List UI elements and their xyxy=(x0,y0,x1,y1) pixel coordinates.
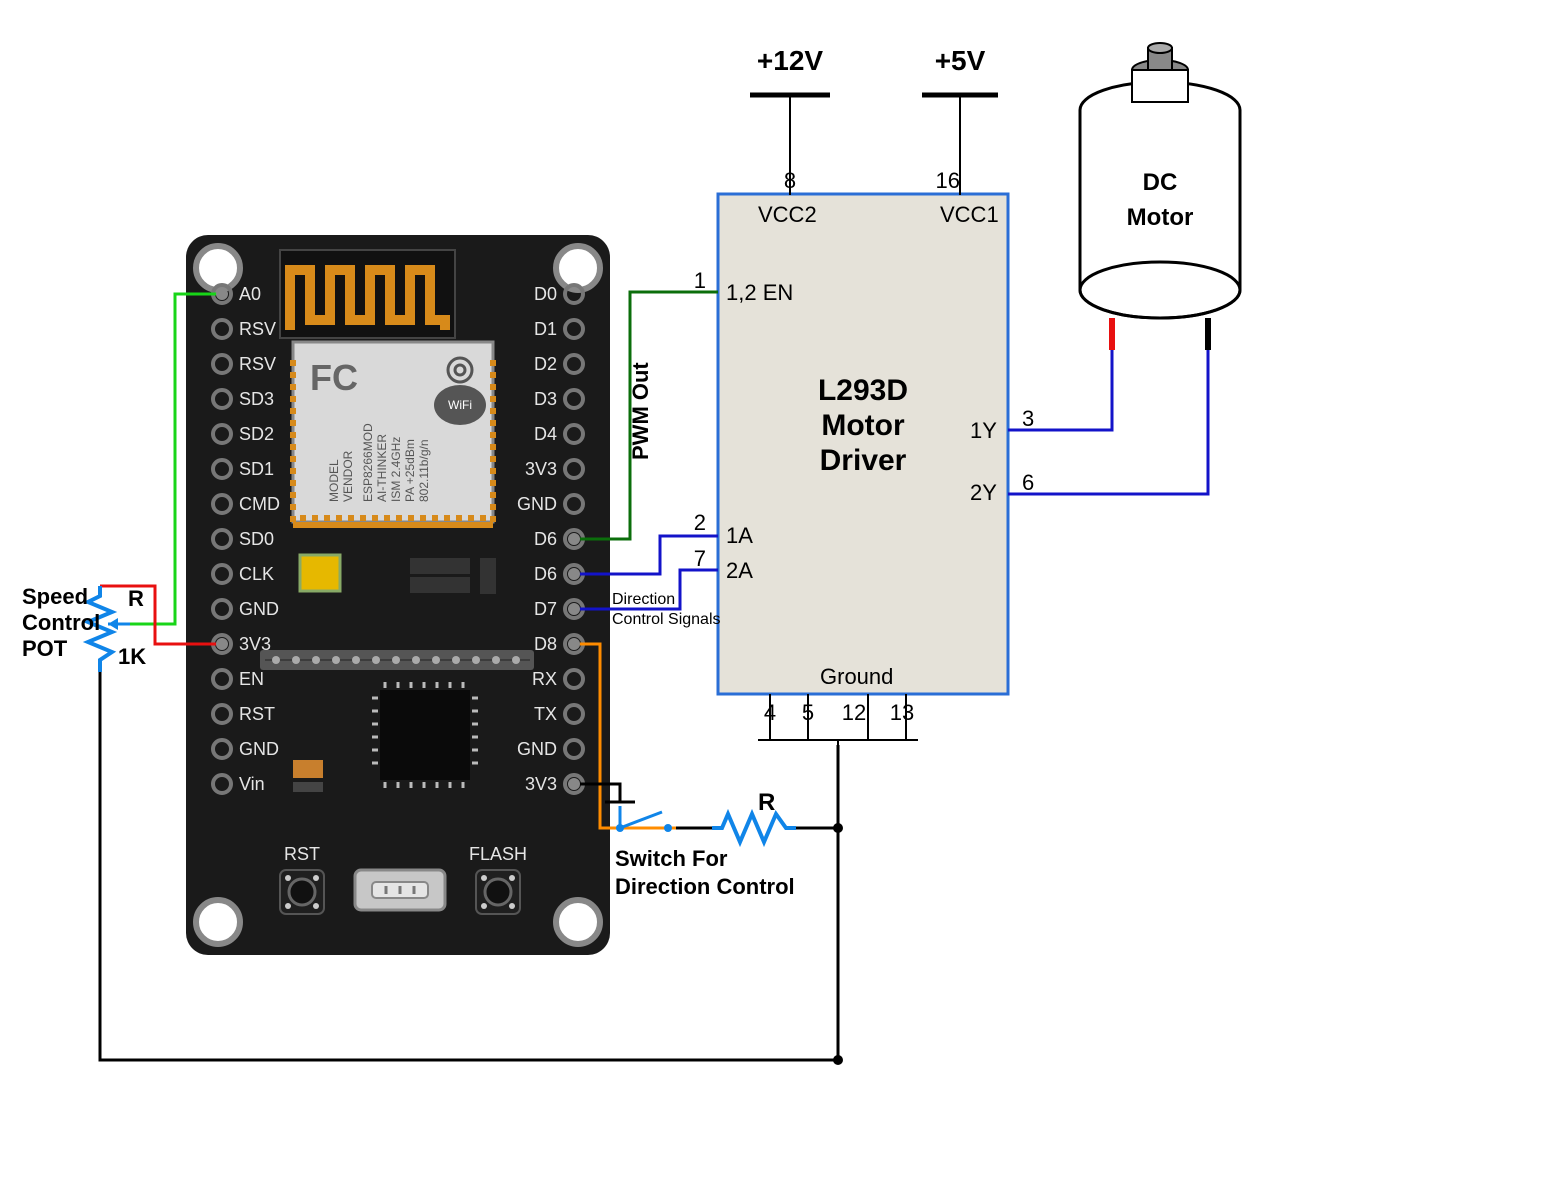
chip-model: MODEL xyxy=(327,459,341,502)
wire-2y-motor xyxy=(1008,350,1208,494)
en-label: 1,2 EN xyxy=(726,280,793,305)
nodemcu-board: MODEL VENDOR ESP8266MOD AI-THINKER ISM 2… xyxy=(186,235,610,955)
wire-r-gnd xyxy=(796,745,838,828)
chip-ai: AI-THINKER xyxy=(375,434,389,502)
chip-ism: ISM 2.4GHz xyxy=(389,437,403,502)
pin12-num: 12 xyxy=(842,700,866,725)
vcc2-label: VCC2 xyxy=(758,202,817,227)
y2-label: 2Y xyxy=(970,480,997,505)
resistor-r: R xyxy=(758,789,775,816)
rst-button: RST xyxy=(280,844,324,914)
pin-D0: D0 xyxy=(534,284,557,304)
rst-label: RST xyxy=(284,844,320,864)
pin-GND-l: GND xyxy=(239,599,279,619)
pin-A0: A0 xyxy=(239,284,261,304)
pin-RSV2: RSV xyxy=(239,354,276,374)
pin2-num: 2 xyxy=(694,510,706,535)
driver-title-1: L293D xyxy=(818,374,908,407)
pin-GND-r2: GND xyxy=(517,739,557,759)
wifi-text: WiFi xyxy=(448,398,472,412)
pin-RSV1: RSV xyxy=(239,319,276,339)
flash-button: FLASH xyxy=(469,844,527,914)
pin-GND-r: GND xyxy=(517,494,557,514)
a1-label: 1A xyxy=(726,523,753,548)
pin-3V3-l: 3V3 xyxy=(239,634,271,654)
dir-sig-1: Direction xyxy=(612,591,675,608)
pin-D4: D4 xyxy=(534,424,557,444)
pin-GND-l2: GND xyxy=(239,739,279,759)
pin-SD1: SD1 xyxy=(239,459,274,479)
l293d-driver: L293D Motor Driver VCC2 VCC1 1,2 EN 1A 2… xyxy=(718,194,1008,694)
driver-title-2: Motor xyxy=(821,409,905,442)
flash-label: FLASH xyxy=(469,844,527,864)
fc-mark: FC xyxy=(310,357,358,398)
y1-label: 1Y xyxy=(970,418,997,443)
pot-r: R xyxy=(128,586,144,611)
pin-SD3: SD3 xyxy=(239,389,274,409)
switch-lbl-1: Switch For xyxy=(615,846,728,871)
v5-label: +5V xyxy=(935,45,986,76)
pin-TX: TX xyxy=(534,704,557,724)
pwm-out-label: PWM Out xyxy=(628,362,653,460)
switch-lbl-2: Direction Control xyxy=(615,874,795,899)
driver-title-3: Driver xyxy=(820,444,907,477)
pot-label-2: Control xyxy=(22,610,100,635)
pin-Vin: Vin xyxy=(239,774,265,794)
dir-sig-2: Control Signals xyxy=(612,611,721,628)
v12-label: +12V xyxy=(757,45,823,76)
pin-D2: D2 xyxy=(534,354,557,374)
pin1-num: 1 xyxy=(694,268,706,293)
pin-RX: RX xyxy=(532,669,557,689)
pulldown-resistor xyxy=(712,814,796,842)
motor-label-2: Motor xyxy=(1127,204,1194,231)
pin-3V3-r2: 3V3 xyxy=(525,774,557,794)
pin-SD2: SD2 xyxy=(239,424,274,444)
pin-CLK: CLK xyxy=(239,564,274,584)
pin-RST: RST xyxy=(239,704,275,724)
pin-D8: D8 xyxy=(534,634,557,654)
dc-motor: DC Motor xyxy=(1080,43,1240,350)
chip-802: 802.11b/g/n xyxy=(417,439,431,502)
a2-label: 2A xyxy=(726,558,753,583)
chip-part: ESP8266MOD xyxy=(361,423,375,502)
pot-val: 1K xyxy=(118,644,146,669)
pin13-num: 13 xyxy=(890,700,914,725)
chip-vendor: VENDOR xyxy=(341,450,355,502)
motor-label-1: DC xyxy=(1143,169,1178,196)
pot-label-1: Speed xyxy=(22,584,88,609)
pin-D6b: D6 xyxy=(534,564,557,584)
pin-D3: D3 xyxy=(534,389,557,409)
chip-pa: PA +25dBm xyxy=(403,439,417,502)
pin3-num: 3 xyxy=(1022,406,1034,431)
pin-D7: D7 xyxy=(534,599,557,619)
pin-EN: EN xyxy=(239,669,264,689)
pin7-num: 7 xyxy=(694,546,706,571)
pin16-num: 16 xyxy=(936,168,960,193)
pin6-num: 6 xyxy=(1022,470,1034,495)
gnd-label: Ground xyxy=(820,664,893,689)
pin-SD0: SD0 xyxy=(239,529,274,549)
pot-label-3: POT xyxy=(22,636,68,661)
pin-D6a: D6 xyxy=(534,529,557,549)
vcc1-label: VCC1 xyxy=(940,202,999,227)
pin-CMD: CMD xyxy=(239,494,280,514)
pin-3V3-r: 3V3 xyxy=(525,459,557,479)
pin-D1: D1 xyxy=(534,319,557,339)
